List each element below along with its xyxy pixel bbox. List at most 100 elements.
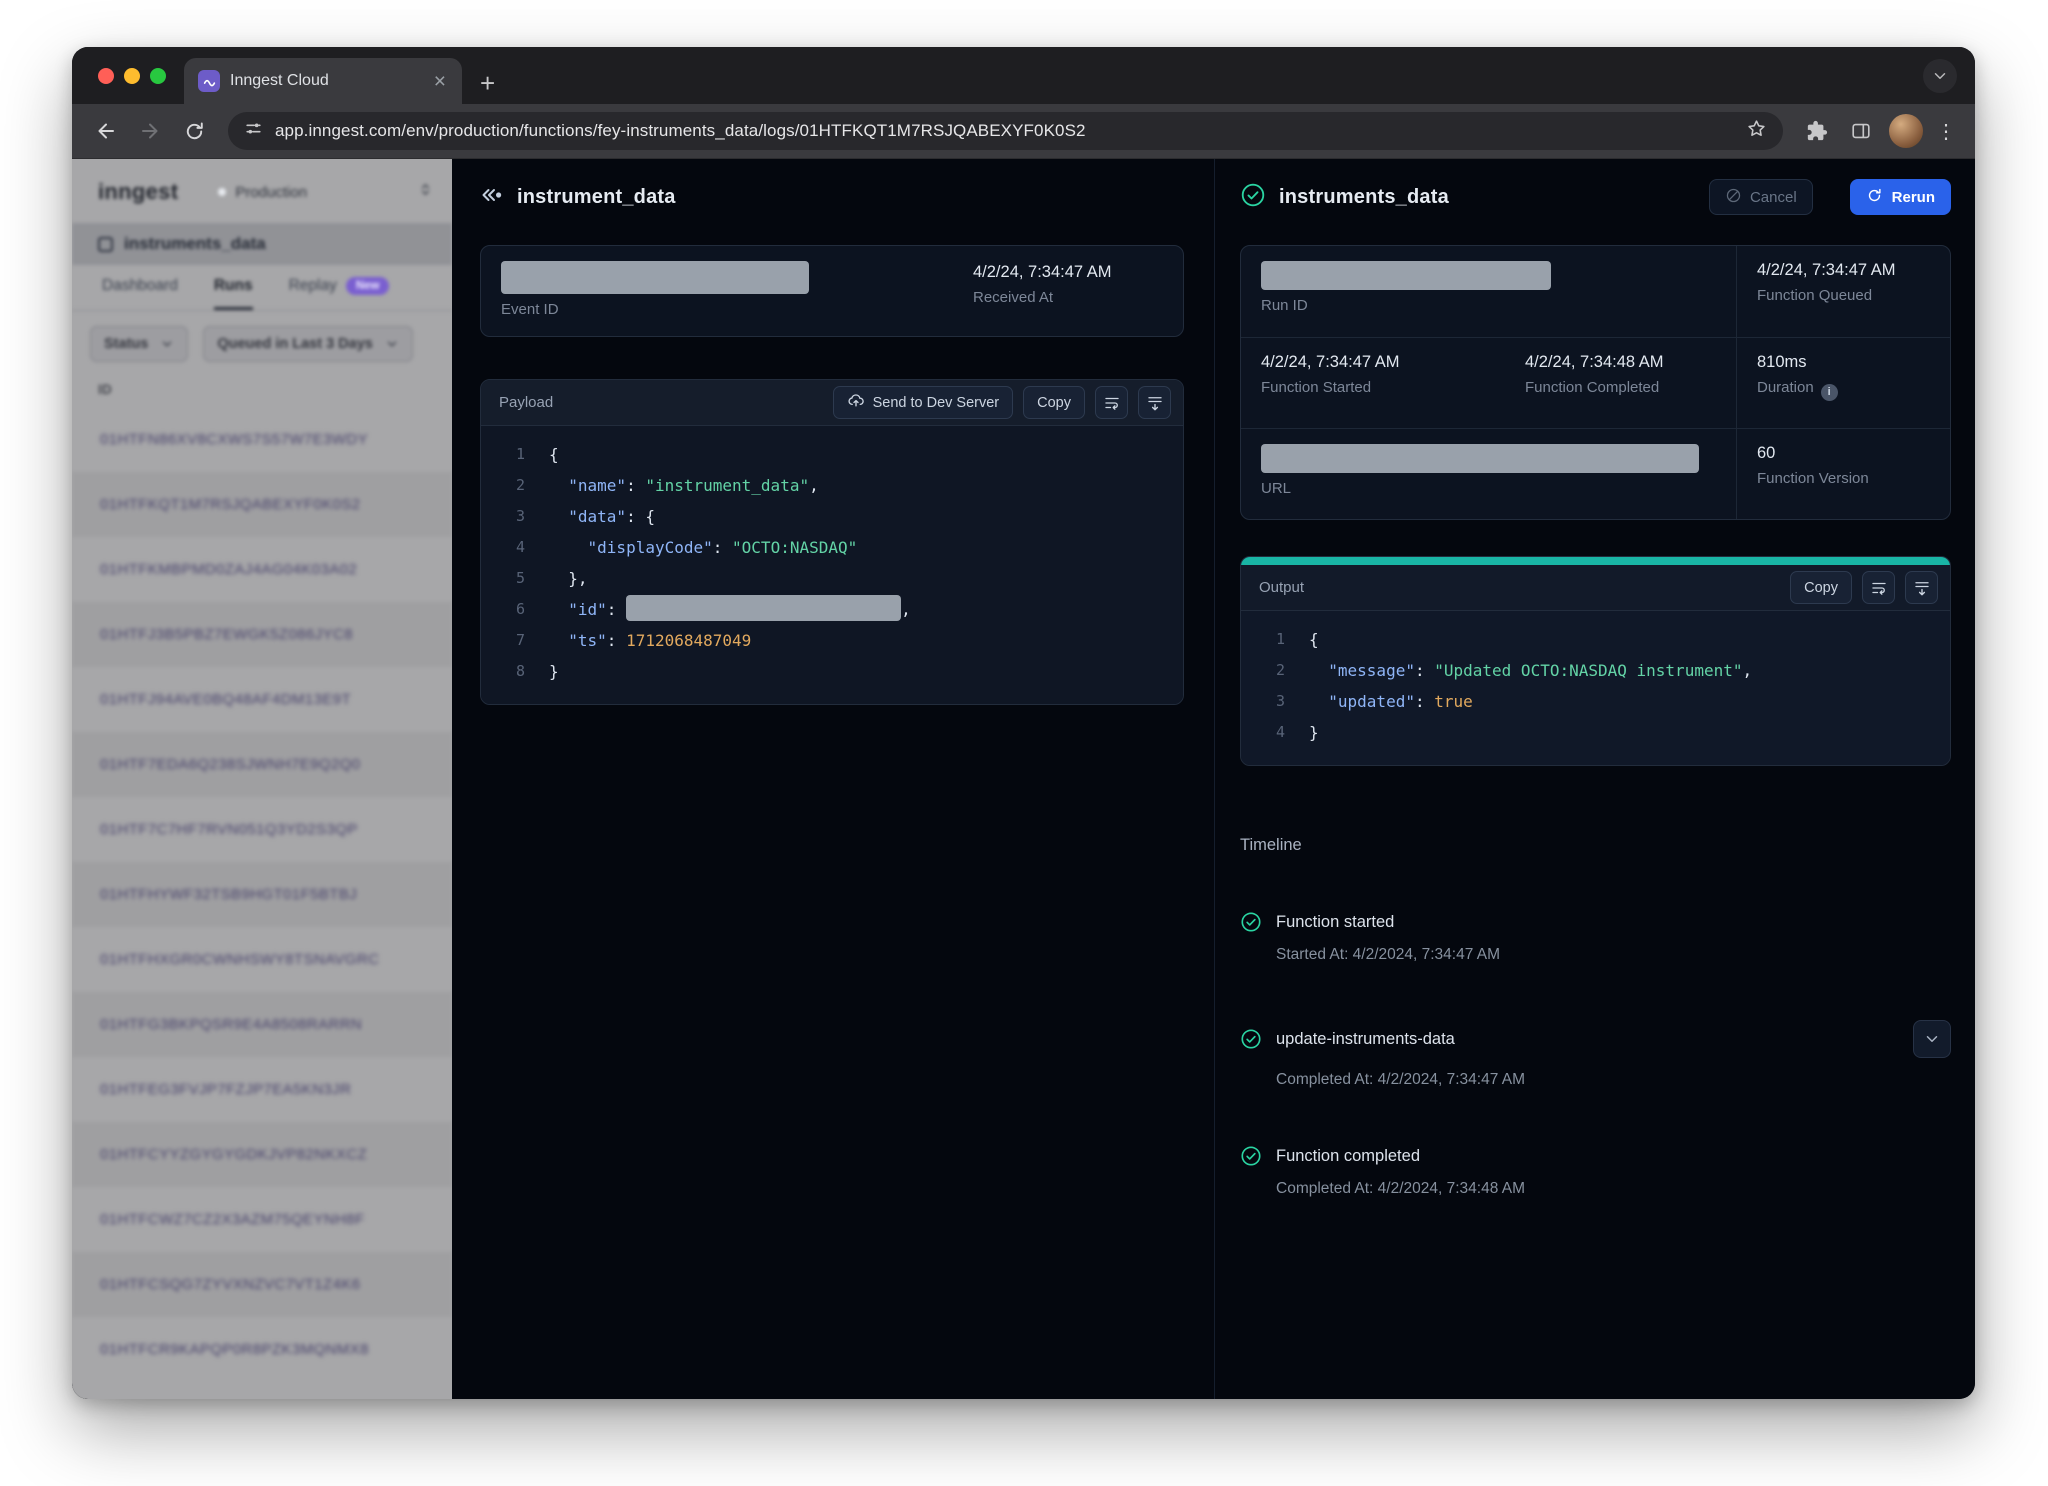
run-id-list: 01HTFN86XV8CXWS7S57W7E3WDY01HTFKQT1M7RSJ… — [72, 407, 452, 1399]
run-id-row[interactable]: 01HTFG3BKPQSR9E4A8508RARRN — [72, 992, 452, 1057]
run-status-check-icon — [1240, 182, 1266, 213]
code-line: 6 "id": , — [481, 594, 1183, 625]
rerun-refresh-icon — [1866, 187, 1883, 208]
browser-menu-icon[interactable]: ⋮ — [1931, 119, 1961, 144]
code-line: 5 }, — [481, 563, 1183, 594]
reload-icon[interactable] — [174, 111, 214, 151]
cancel-ban-icon — [1725, 187, 1742, 208]
environment-label: Production — [235, 184, 307, 201]
site-settings-icon[interactable] — [244, 119, 263, 143]
run-id-row[interactable]: 01HTFHXGR0CWNHSWY8TSNAVGRC — [72, 927, 452, 992]
payload-header: Payload Send to Dev Server Copy — [481, 380, 1183, 426]
sidebar-tab-replay[interactable]: ReplayNew — [289, 265, 390, 310]
rerun-label: Rerun — [1892, 189, 1935, 206]
timeline-item-title: Function completed — [1276, 1147, 1420, 1166]
status-filter[interactable]: Status — [90, 326, 188, 362]
close-window-button[interactable] — [98, 68, 114, 84]
sidebar-tab-dashboard[interactable]: Dashboard — [102, 265, 178, 310]
started-value: 4/2/24, 7:34:47 AM — [1261, 353, 1505, 372]
cancel-label: Cancel — [1750, 189, 1797, 206]
zoom-window-button[interactable] — [150, 68, 166, 84]
run-id-row[interactable]: 01HTF7C7HF7RVN051Q3YD2S3QP — [72, 797, 452, 862]
output-wrap-lines-button[interactable] — [1862, 571, 1895, 604]
payload-copy-button[interactable]: Copy — [1023, 386, 1085, 419]
sidebar-header: inngest Production — [72, 159, 452, 205]
check-circle-icon — [1240, 1145, 1262, 1167]
cancel-button[interactable]: Cancel — [1709, 179, 1813, 215]
output-header: Output Copy — [1241, 565, 1950, 611]
event-title: instrument_data — [517, 186, 676, 209]
browser-window: Inngest Cloud × + app.inngest.com/env/pr… — [72, 47, 1975, 1399]
run-id-row[interactable]: 01HTF7EDA6Q238SJWNH7E9Q2Q0 — [72, 732, 452, 797]
new-badge: New — [346, 277, 390, 295]
code-line: 3 "data": { — [481, 501, 1183, 532]
browser-tab[interactable]: Inngest Cloud × — [184, 58, 462, 104]
run-id-row[interactable]: 01HTFCWZ7CZ2X3AZM75QEYNH8F — [72, 1187, 452, 1252]
url-cell: URL — [1241, 428, 1736, 519]
run-id-row[interactable]: 01HTFHYWF32TSB9HGT01F5BTBJ — [72, 862, 452, 927]
new-tab-button[interactable]: + — [480, 70, 495, 96]
code-line: 2 "message": "Updated OCTO:NASDAQ instru… — [1241, 655, 1950, 686]
env-updown-icon[interactable] — [417, 181, 434, 203]
run-id-row[interactable]: 01HTFKQT1M7RSJQABEXYF0K0S2 — [72, 472, 452, 537]
run-id-row[interactable]: 01HTFCSQG7ZYVXNZVC7VT1Z4K6 — [72, 1252, 452, 1317]
run-id-row[interactable]: 01HTFKMBPMD0ZAJ4AG04K03A02 — [72, 537, 452, 602]
check-circle-icon — [1240, 911, 1262, 933]
rerun-button[interactable]: Rerun — [1850, 179, 1951, 215]
event-panel-header: instrument_data — [480, 175, 1184, 219]
url-text: app.inngest.com/env/production/functions… — [275, 121, 1734, 141]
function-name: instruments_data — [124, 234, 266, 254]
received-at-value: 4/2/24, 7:34:47 AM — [973, 263, 1112, 282]
extensions-icon[interactable] — [1797, 111, 1837, 151]
run-id-label: Run ID — [1261, 297, 1736, 314]
cloud-upload-icon — [847, 392, 865, 414]
line-number: 1 — [1241, 624, 1285, 655]
back-icon[interactable] — [86, 111, 126, 151]
run-id-cell: Run ID — [1241, 246, 1736, 337]
redacted-url — [1261, 444, 1699, 473]
run-id-text: 01HTFHYWF32TSB9HGT01F5BTBJ — [100, 886, 357, 903]
run-id-row[interactable]: 01HTFN86XV8CXWS7S57W7E3WDY — [72, 407, 452, 472]
payload-wrap-lines-button[interactable] — [1095, 386, 1128, 419]
received-at-cell: 4/2/24, 7:34:47 AM Received At — [973, 246, 1112, 336]
run-id-row[interactable]: 01HTFCYYZGYGYGDKJVP82NKXCZ — [72, 1122, 452, 1187]
profile-avatar[interactable] — [1889, 114, 1923, 148]
minimize-window-button[interactable] — [124, 68, 140, 84]
output-copy-button[interactable]: Copy — [1790, 571, 1852, 604]
tab-close-icon[interactable]: × — [432, 71, 448, 92]
sidebar-tab-runs[interactable]: Runs — [214, 265, 253, 310]
side-panel-icon[interactable] — [1841, 111, 1881, 151]
output-card: Output Copy 1{2 "message": "Updated OCTO… — [1240, 556, 1951, 766]
duration-info-icon[interactable]: i — [1821, 384, 1838, 401]
address-bar[interactable]: app.inngest.com/env/production/functions… — [228, 112, 1783, 150]
run-id-row[interactable]: 01HTFEG3FVJP7FZJP7EA5KN3JR — [72, 1057, 452, 1122]
payload-copy-label: Copy — [1037, 395, 1071, 411]
run-id-row[interactable]: 01HTFJ94AVE0BQ48AF4DM13E9T — [72, 667, 452, 732]
function-started-cell: 4/2/24, 7:34:47 AM Function Started — [1241, 337, 1505, 428]
line-number: 2 — [481, 470, 525, 501]
filters-row: Status Queued in Last 3 Days — [72, 311, 452, 362]
code-line: 3 "updated": true — [1241, 686, 1950, 717]
environment-selector[interactable]: Production — [218, 184, 417, 201]
queued-value: 4/2/24, 7:34:47 AM — [1757, 261, 1950, 280]
send-to-dev-server-button[interactable]: Send to Dev Server — [833, 386, 1014, 419]
function-completed-cell: 4/2/24, 7:34:48 AM Function Completed — [1505, 337, 1736, 428]
timeline-expand-button[interactable] — [1913, 1020, 1951, 1058]
duration-value: 810ms — [1757, 353, 1950, 372]
run-id-row[interactable]: 01HTFJ3B5PBZ7EWGK5Z086JYC8 — [72, 602, 452, 667]
bookmark-star-icon[interactable] — [1746, 118, 1767, 144]
code-line: 7 "ts": 1712068487049 — [481, 625, 1183, 656]
tab-search-chevron-icon[interactable] — [1923, 59, 1957, 93]
redacted-run-id — [1261, 261, 1551, 290]
forward-icon[interactable] — [130, 111, 170, 151]
output-scroll-bottom-button[interactable] — [1905, 571, 1938, 604]
duration-cell: 810ms Durationi — [1736, 337, 1950, 428]
run-id-row[interactable]: 01HTFCR9KAPQP0R8PZK3MQNMX8 — [72, 1317, 452, 1382]
payload-scroll-bottom-button[interactable] — [1138, 386, 1171, 419]
run-id-text: 01HTF7EDA6Q238SJWNH7E9Q2Q0 — [100, 756, 361, 773]
function-queued-cell: 4/2/24, 7:34:47 AM Function Queued — [1736, 246, 1950, 337]
run-id-text: 01HTFG3BKPQSR9E4A8508RARRN — [100, 1016, 362, 1033]
time-range-filter[interactable]: Queued in Last 3 Days — [203, 326, 413, 362]
line-number: 1 — [481, 439, 525, 470]
code-line: 8} — [481, 656, 1183, 687]
